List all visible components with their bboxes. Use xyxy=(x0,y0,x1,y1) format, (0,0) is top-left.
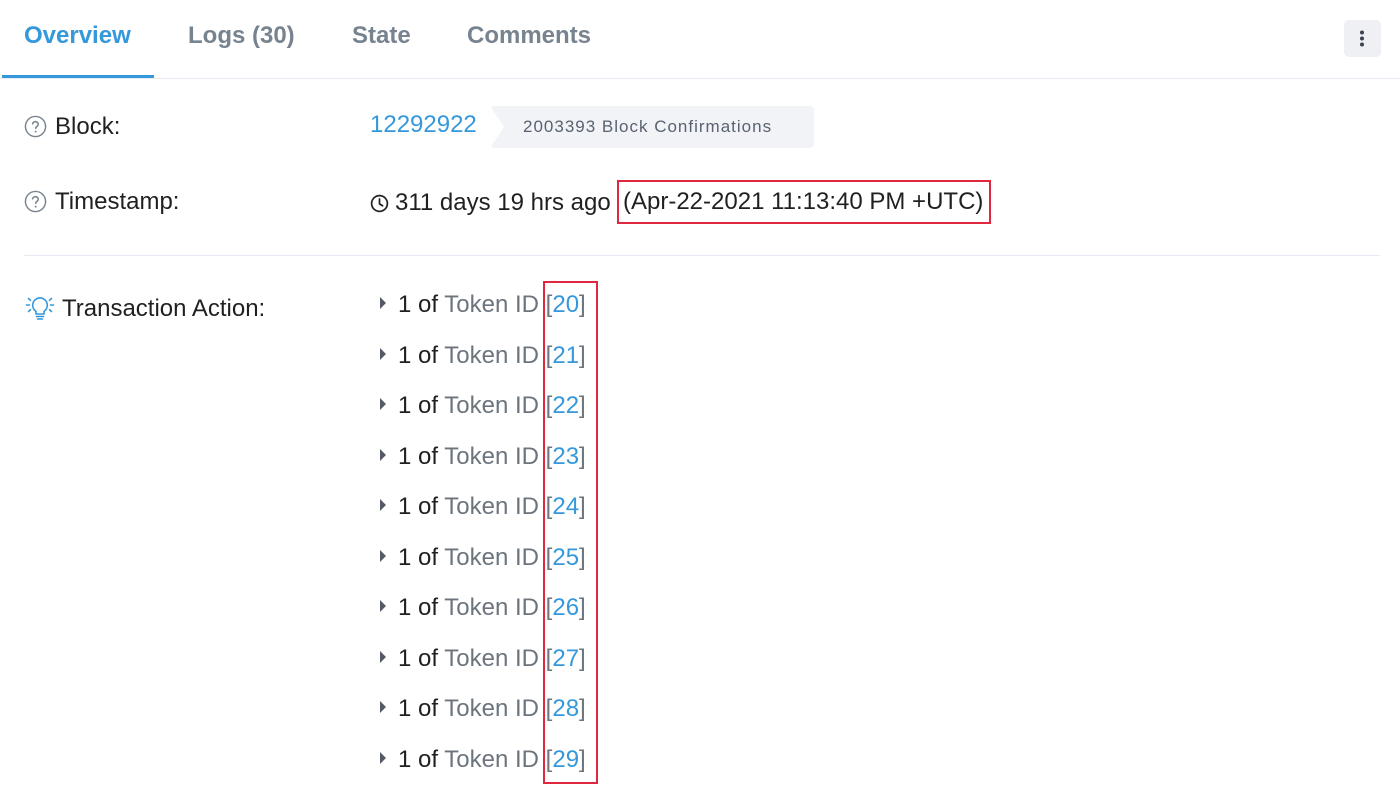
vertical-ellipsis-icon xyxy=(1360,30,1364,47)
token-id-link[interactable]: 29 xyxy=(552,746,579,773)
list-item: 1 of Token ID [27] xyxy=(380,642,586,693)
close-bracket: ] xyxy=(579,442,586,470)
token-id-label: Token ID xyxy=(444,341,539,369)
action-qty: 1 xyxy=(398,644,412,672)
timestamp-absolute: (Apr-22-2021 11:13:40 PM +UTC) xyxy=(617,180,991,224)
token-id-link[interactable]: 26 xyxy=(552,594,579,621)
action-of: of xyxy=(418,341,439,369)
token-id-link[interactable]: 20 xyxy=(552,291,579,318)
clock-icon xyxy=(370,194,389,213)
action-of: of xyxy=(418,745,439,773)
action-qty: 1 xyxy=(398,442,412,470)
token-id-label: Token ID xyxy=(444,695,539,722)
close-bracket: ] xyxy=(579,594,586,621)
caret-right-icon[interactable] xyxy=(380,549,386,562)
token-id-label: Token ID xyxy=(444,291,539,318)
list-item: 1 of Token ID [24] xyxy=(380,490,586,541)
action-qty: 1 xyxy=(398,291,412,318)
caret-right-icon[interactable] xyxy=(380,499,386,511)
token-id-link[interactable]: 27 xyxy=(552,645,579,672)
block-number-link[interactable]: 12292922 xyxy=(370,110,477,140)
action-of: of xyxy=(418,543,439,571)
close-bracket: ] xyxy=(579,543,586,571)
close-bracket: ] xyxy=(579,291,586,318)
section-divider xyxy=(24,255,1380,256)
action-qty: 1 xyxy=(398,695,412,722)
token-id-label: Token ID xyxy=(444,392,539,419)
close-bracket: ] xyxy=(579,392,586,419)
action-qty: 1 xyxy=(398,594,412,621)
token-id-link[interactable]: 21 xyxy=(552,342,579,369)
caret-right-icon[interactable] xyxy=(380,751,386,764)
close-bracket: ] xyxy=(579,493,586,520)
token-id-link[interactable]: 28 xyxy=(552,695,579,722)
transaction-action-list: 1 of Token ID [20] 1 of Token ID [21] 1 … xyxy=(380,288,586,793)
caret-right-icon[interactable] xyxy=(380,600,386,612)
tab-comments[interactable]: Comments xyxy=(467,20,591,52)
list-item: 1 of Token ID [28] xyxy=(380,692,586,743)
action-of: of xyxy=(418,442,439,470)
action-qty: 1 xyxy=(398,543,412,571)
token-id-link[interactable]: 23 xyxy=(552,443,579,470)
tab-overview[interactable]: Overview xyxy=(24,20,131,52)
lightbulb-icon xyxy=(25,297,55,320)
tab-logs[interactable]: Logs (30) xyxy=(188,20,295,52)
list-item: 1 of Token ID [26] xyxy=(380,591,586,642)
token-id-label: Token ID xyxy=(444,543,539,571)
transaction-action-label: Transaction Action: xyxy=(62,295,266,322)
action-qty: 1 xyxy=(398,341,412,369)
action-of: of xyxy=(418,695,439,722)
block-label: Block: xyxy=(55,113,121,140)
list-item: 1 of Token ID [21] xyxy=(380,339,586,390)
action-of: of xyxy=(418,594,439,621)
active-tab-indicator xyxy=(2,75,154,78)
list-item: 1 of Token ID [29] xyxy=(380,743,586,794)
caret-right-icon[interactable] xyxy=(380,297,386,309)
action-qty: 1 xyxy=(398,745,412,773)
list-item: 1 of Token ID [23] xyxy=(380,440,586,491)
token-id-label: Token ID xyxy=(444,594,539,621)
close-bracket: ] xyxy=(579,695,586,722)
block-confirmations-badge: 2003393 Block Confirmations xyxy=(490,106,814,148)
timestamp-relative-row: 311 days 19 hrs ago xyxy=(370,187,611,219)
timestamp-label: Timestamp: xyxy=(55,188,180,215)
transaction-action-label-row: Transaction Action: xyxy=(24,294,265,324)
close-bracket: ] xyxy=(579,644,586,672)
question-circle-icon[interactable] xyxy=(24,115,47,138)
action-of: of xyxy=(418,493,439,520)
caret-right-icon[interactable] xyxy=(380,448,386,461)
list-item: 1 of Token ID [20] xyxy=(380,288,586,339)
timestamp-relative: 311 days 19 hrs ago xyxy=(395,189,611,216)
token-id-label: Token ID xyxy=(444,644,539,672)
token-id-label: Token ID xyxy=(444,442,539,470)
token-id-link[interactable]: 22 xyxy=(552,392,579,419)
token-id-label: Token ID xyxy=(444,493,539,520)
token-id-label: Token ID xyxy=(444,745,539,773)
list-item: 1 of Token ID [25] xyxy=(380,541,586,592)
action-of: of xyxy=(418,291,439,318)
tab-bar: Overview Logs (30) State Comments xyxy=(0,0,1400,79)
action-of: of xyxy=(418,392,439,419)
more-options-button[interactable] xyxy=(1344,20,1381,57)
action-qty: 1 xyxy=(398,493,412,520)
token-id-link[interactable]: 24 xyxy=(552,493,579,520)
list-item: 1 of Token ID [22] xyxy=(380,389,586,440)
close-bracket: ] xyxy=(579,745,586,773)
token-id-link[interactable]: 25 xyxy=(552,544,579,571)
caret-right-icon[interactable] xyxy=(380,398,386,410)
action-qty: 1 xyxy=(398,392,412,419)
caret-right-icon[interactable] xyxy=(380,347,386,360)
timestamp-label-row: Timestamp: xyxy=(24,187,179,217)
close-bracket: ] xyxy=(579,341,586,369)
action-of: of xyxy=(418,644,439,672)
caret-right-icon[interactable] xyxy=(380,701,386,713)
question-circle-icon[interactable] xyxy=(24,190,47,213)
tab-state[interactable]: State xyxy=(352,20,411,52)
caret-right-icon[interactable] xyxy=(380,650,386,663)
block-label-row: Block: xyxy=(24,112,120,142)
